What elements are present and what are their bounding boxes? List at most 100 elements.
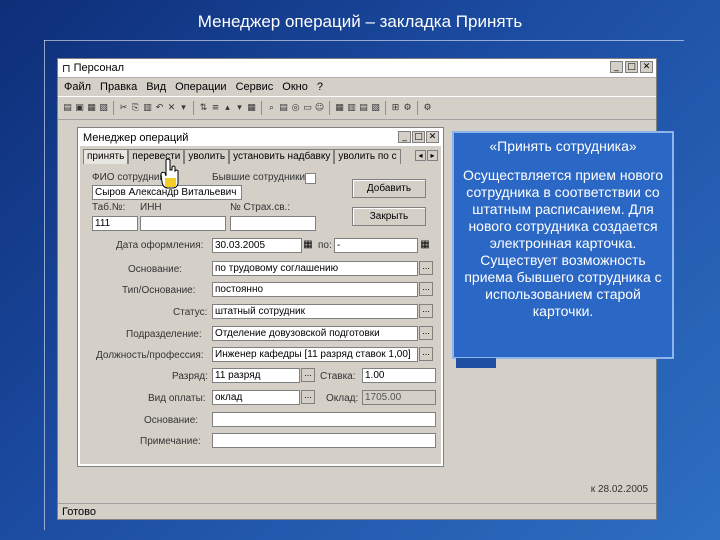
close-dialog-button[interactable]: Закрыть [352,207,426,226]
hand-cursor-icon [160,158,179,189]
to-label: по: [318,240,332,251]
grade-field[interactable]: 11 разряд [212,368,300,383]
binoculars-icon[interactable]: ◎ [290,102,301,114]
tab-accept[interactable]: принять [83,149,129,164]
date-label: Дата оформления: [116,240,204,251]
card-icon[interactable]: ▭ [302,102,313,114]
status-field[interactable]: штатный сотрудник [212,304,418,319]
app-icon: ⊓ [62,62,71,75]
salary-label: Оклад: [326,393,359,404]
callout-body: Осуществляется прием нового сотрудника в… [462,167,664,319]
tab-scroll-left-button[interactable]: ◂ [415,150,426,161]
add-button[interactable]: Добавить [352,179,426,198]
toolbar-separator [113,101,114,115]
grid-icon[interactable]: ▦ [246,102,257,114]
menu-view[interactable]: Вид [146,81,166,93]
tab-scroll-right-button[interactable]: ▸ [427,150,438,161]
open-icon[interactable]: ▤ [62,102,73,114]
dialog-maximize-button[interactable]: □ [412,131,425,143]
former-employees-label: Бывшие сотрудники [212,172,306,183]
book-icon[interactable]: ▤ [278,102,289,114]
dialog-tabs: принять перевести уволить установить над… [83,149,401,164]
menu-edit[interactable]: Правка [100,81,137,93]
delete-icon[interactable]: ✕ [166,102,177,114]
menu-operations[interactable]: Операции [175,81,226,93]
tab-no-field[interactable]: 111 [92,216,138,231]
sort-desc-icon[interactable]: ▾ [234,102,245,114]
basis-lookup-button[interactable]: ... [419,261,433,275]
list-icon[interactable]: ≡ [210,102,221,114]
sort-asc-icon[interactable]: ▴ [222,102,233,114]
tree-icon[interactable]: ⊞ [390,102,401,114]
position-lookup-button[interactable]: ... [419,347,433,361]
dept-label: Подразделение: [126,329,202,340]
decorative-line [44,40,684,41]
copy-icon[interactable]: ⎘ [130,102,141,114]
pay-field[interactable]: оклад [212,390,300,405]
type-field[interactable]: постоянно [212,282,418,297]
status-lookup-button[interactable]: ... [419,304,433,318]
toolbar-separator [417,101,418,115]
grade-label: Разряд: [172,371,208,382]
close-button[interactable]: ✕ [640,61,653,73]
grade-lookup-button[interactable]: ... [301,368,315,382]
find-icon[interactable]: ⌕ [266,102,277,114]
status-date: к 28.02.2005 [590,484,648,495]
dialog-title: Менеджер операций [83,132,189,144]
chart-icon[interactable]: ▥ [346,102,357,114]
dept-lookup-button[interactable]: ... [419,326,433,340]
date-field[interactable]: 30.03.2005 [212,238,302,253]
toolbar: ▤ ▣ ▦ ▧ ✂ ⎘ ▥ ↶ ✕ ▾ ⇅ ≡ ▴ ▾ ▦ ⌕ ▤ ◎ ▭ ☺ … [58,96,656,120]
operations-manager-dialog: Менеджер операций _ □ ✕ принять перевест… [77,127,444,467]
tab-set-bonus[interactable]: установить надбавку [229,149,335,164]
help-icon[interactable]: ⚙ [422,102,433,114]
basis-field[interactable]: по трудовому соглашению [212,261,418,276]
position-label: Должность/профессия: [96,350,204,361]
toolbar-separator [193,101,194,115]
menubar: Файл Правка Вид Операции Сервис Окно ? [58,78,656,96]
filter-icon[interactable]: ▾ [178,102,189,114]
maximize-button[interactable]: □ [625,61,638,73]
menu-help[interactable]: ? [317,81,323,93]
pension-field[interactable] [230,216,316,231]
reason-field[interactable] [212,412,436,427]
inn-field[interactable] [140,216,226,231]
undo-icon[interactable]: ↶ [154,102,165,114]
menu-service[interactable]: Сервис [236,81,274,93]
dialog-close-button[interactable]: ✕ [426,131,439,143]
dept-field[interactable]: Отделение довузовской подготовки [212,326,418,341]
cut-icon[interactable]: ✂ [118,102,129,114]
report-icon[interactable]: ▤ [358,102,369,114]
dialog-titlebar: Менеджер операций _ □ ✕ [80,130,441,146]
menu-window[interactable]: Окно [282,81,308,93]
calendar-to-icon[interactable]: ▦ [419,239,431,251]
export-icon[interactable]: ▧ [370,102,381,114]
tab-dismiss[interactable]: уволить [184,149,230,164]
preview-icon[interactable]: ▧ [98,102,109,114]
slide-title: Менеджер операций – закладка Принять [197,12,523,31]
minimize-button[interactable]: _ [610,61,623,73]
callout-box: «Принять сотрудника» Осуществляется прие… [452,131,674,359]
menu-file[interactable]: Файл [64,81,91,93]
to-field[interactable]: - [334,238,418,253]
position-field[interactable]: Инженер кафедры [11 разряд ставок 1,00] [212,347,418,362]
save-icon[interactable]: ▣ [74,102,85,114]
table-icon[interactable]: ▦ [334,102,345,114]
dialog-minimize-button[interactable]: _ [398,131,411,143]
former-employees-checkbox[interactable] [305,173,316,184]
sort-icon[interactable]: ⇅ [198,102,209,114]
type-lookup-button[interactable]: ... [419,282,433,296]
toolbar-separator [261,101,262,115]
people-icon[interactable]: ☺ [314,102,325,114]
paste-icon[interactable]: ▥ [142,102,153,114]
tab-dismiss-by[interactable]: уволить по с [334,149,401,164]
note-field[interactable] [212,433,436,448]
calendar-icon[interactable]: ▦ [302,239,314,251]
tools-icon[interactable]: ⚙ [402,102,413,114]
status-label: Статус: [173,307,208,318]
print-icon[interactable]: ▦ [86,102,97,114]
rate-field[interactable]: 1.00 [362,368,436,383]
tab-scroll: ◂ ▸ [415,150,438,161]
status-text: Готово [62,505,96,518]
pay-lookup-button[interactable]: ... [301,390,315,404]
